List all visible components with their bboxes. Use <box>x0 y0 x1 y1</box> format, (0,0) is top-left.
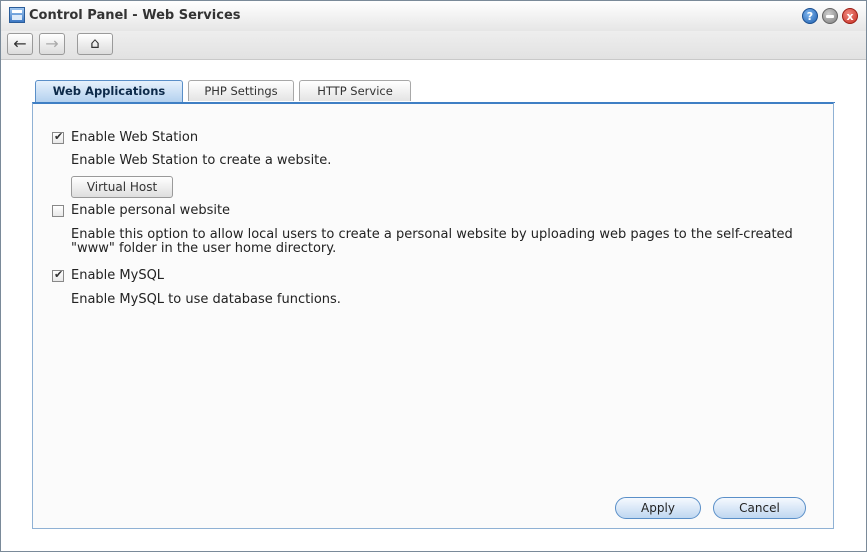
enable-web-station-label: Enable Web Station <box>71 130 199 145</box>
enable-personal-website-label: Enable personal website <box>71 203 231 218</box>
enable-mysql-label: Enable MySQL <box>71 268 165 283</box>
home-icon: ⌂ <box>90 34 100 52</box>
control-panel-icon <box>9 7 25 23</box>
personal-website-description-line1: Enable this option to allow local users … <box>71 227 793 242</box>
tab-web-applications[interactable]: Web Applications <box>35 80 183 102</box>
arrow-right-icon: → <box>45 34 59 53</box>
forward-button[interactable]: → <box>39 33 65 55</box>
enable-web-station-description: Enable Web Station to create a website. <box>71 153 332 168</box>
title-bar: Control Panel - Web Services ? x <box>1 1 866 31</box>
window-title: Control Panel - Web Services <box>29 8 241 23</box>
cancel-button[interactable]: Cancel <box>713 497 806 519</box>
virtual-host-button[interactable]: Virtual Host <box>71 176 173 198</box>
enable-web-station-checkbox[interactable] <box>52 130 64 144</box>
navigation-toolbar: ← → ⌂ <box>1 31 866 60</box>
enable-mysql-checkbox[interactable] <box>52 268 64 282</box>
minimize-icon[interactable] <box>822 8 838 24</box>
apply-button[interactable]: Apply <box>615 497 701 519</box>
personal-website-description-line2: "www" folder in the user home directory. <box>71 241 337 256</box>
close-icon[interactable]: x <box>842 8 858 24</box>
arrow-left-icon: ← <box>13 34 27 53</box>
tab-http-service[interactable]: HTTP Service <box>299 80 411 101</box>
help-icon[interactable]: ? <box>802 8 818 24</box>
enable-personal-website-checkbox[interactable] <box>52 205 64 217</box>
tab-php-settings[interactable]: PHP Settings <box>188 80 294 101</box>
enable-mysql-description: Enable MySQL to use database functions. <box>71 292 341 307</box>
tab-strip: Web Applications PHP Settings HTTP Servi… <box>33 80 835 103</box>
home-button[interactable]: ⌂ <box>77 33 113 55</box>
back-button[interactable]: ← <box>7 33 33 55</box>
